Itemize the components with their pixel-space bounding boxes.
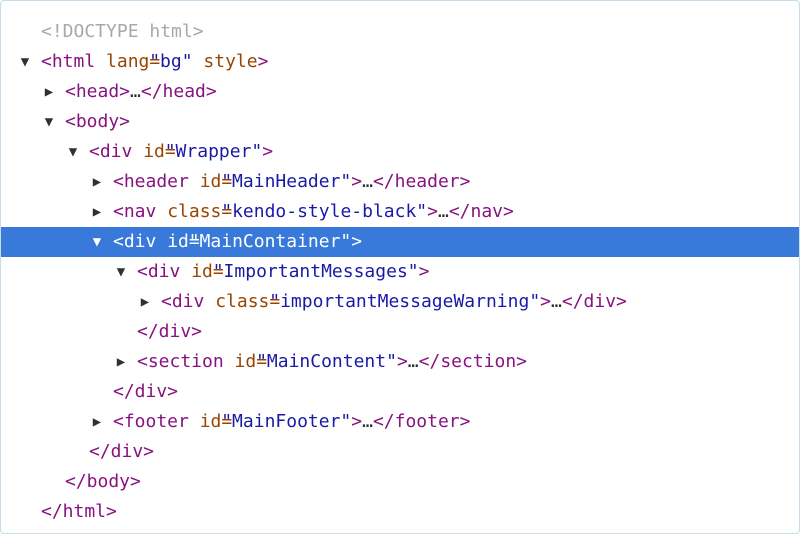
warning-node-row[interactable]: ▶ <div class="importantMessageWarning">…… [1, 287, 799, 317]
section-tag-open: <section [137, 351, 224, 372]
footer-node-row[interactable]: ▶ <footer id="MainFooter">…</footer> [1, 407, 799, 437]
header-node-row[interactable]: ▶ <header id="MainHeader">…</header> [1, 167, 799, 197]
doctype-row[interactable]: <!DOCTYPE html> [1, 17, 799, 47]
collapsed-triangle-icon[interactable]: ▶ [89, 197, 105, 227]
html-node-row[interactable]: ▼ <html lang="bg" style> [1, 47, 799, 77]
footer-tag-close: </footer> [372, 411, 471, 432]
collapsed-triangle-icon[interactable]: ▶ [89, 167, 105, 197]
elements-panel: <!DOCTYPE html> ▼ <html lang="bg" style>… [0, 0, 800, 534]
div-tag-open: <div [137, 261, 181, 282]
attr-name-style: style [203, 51, 258, 72]
attr-value-class: "importantMessageWarning" [269, 291, 541, 312]
attr-value-id: "MainContainer" [188, 231, 352, 252]
ellipsis: … [362, 411, 373, 432]
div-tag-open: <div [113, 231, 157, 252]
html-tag-open: <html [41, 51, 96, 72]
expanded-triangle-icon[interactable]: ▼ [89, 227, 105, 257]
important-messages-close-row[interactable]: </div> [1, 317, 799, 347]
tag-close-bracket: > [418, 261, 430, 282]
attr-value-id: "MainHeader" [221, 171, 352, 192]
tag-close-bracket: > [257, 51, 269, 72]
ellipsis: … [362, 171, 373, 192]
html-tag-close: </html> [41, 501, 117, 522]
div-tag-close: </div> [113, 381, 179, 402]
attr-value-class: "kendo-style-black" [221, 201, 428, 222]
collapsed-triangle-icon[interactable]: ▶ [137, 287, 153, 317]
main-container-node-row-selected[interactable]: ▼ <div id="MainContainer"> [1, 227, 799, 257]
head-tag-open: <head> [65, 81, 131, 102]
nav-tag-close: </nav> [448, 201, 514, 222]
tag-close-bracket: > [540, 291, 552, 312]
expanded-triangle-icon[interactable]: ▼ [41, 107, 57, 137]
tag-close-bracket: > [351, 411, 363, 432]
attr-value-id: "Wrapper" [164, 141, 263, 162]
wrapper-close-row[interactable]: </div> [1, 437, 799, 467]
div-tag-close: </div> [89, 441, 155, 462]
main-container-close-row[interactable]: </div> [1, 377, 799, 407]
collapsed-triangle-icon[interactable]: ▶ [113, 347, 129, 377]
body-tag-open: <body> [65, 111, 131, 132]
body-tag-close: </body> [65, 471, 141, 492]
header-tag-close: </header> [372, 171, 471, 192]
ellipsis: … [551, 291, 562, 312]
nav-tag-open: <nav [113, 201, 157, 222]
attr-value-id: "ImportantMessages" [212, 261, 419, 282]
section-tag-close: </section> [418, 351, 528, 372]
footer-tag-open: <footer [113, 411, 189, 432]
div-tag-open: <div [161, 291, 205, 312]
dom-tree: <!DOCTYPE html> ▼ <html lang="bg" style>… [1, 17, 799, 527]
collapsed-triangle-icon[interactable]: ▶ [41, 77, 57, 107]
important-messages-node-row[interactable]: ▼ <div id="ImportantMessages"> [1, 257, 799, 287]
div-tag-close: </div> [561, 291, 627, 312]
tag-close-bracket: > [427, 201, 438, 222]
head-tag-close: </head> [140, 81, 217, 102]
expanded-triangle-icon[interactable]: ▼ [17, 47, 33, 77]
html-close-row[interactable]: </html> [1, 497, 799, 527]
nav-node-row[interactable]: ▶ <nav class="kendo-style-black">…</nav> [1, 197, 799, 227]
div-tag-open: <div [89, 141, 133, 162]
collapsed-triangle-icon[interactable]: ▶ [89, 407, 105, 437]
expanded-triangle-icon[interactable]: ▼ [113, 257, 129, 287]
section-node-row[interactable]: ▶ <section id="MainContent">…</section> [1, 347, 799, 377]
body-node-row[interactable]: ▼ <body> [1, 107, 799, 137]
attr-value-id: "MainContent" [256, 351, 397, 372]
header-tag-open: <header [113, 171, 189, 192]
attr-value-id: "MainFooter" [221, 411, 352, 432]
wrapper-node-row[interactable]: ▼ <div id="Wrapper"> [1, 137, 799, 167]
head-node-row[interactable]: ▶ <head>…</head> [1, 77, 799, 107]
tag-close-bracket: > [351, 231, 363, 252]
attr-value-lang: "bg" [149, 51, 193, 72]
doctype-text: <!DOCTYPE html> [41, 21, 204, 42]
tag-close-bracket: > [396, 351, 408, 372]
tag-close-bracket: > [262, 141, 274, 162]
div-tag-close: </div> [137, 321, 203, 342]
ellipsis: … [130, 81, 141, 102]
body-close-row[interactable]: </body> [1, 467, 799, 497]
expanded-triangle-icon[interactable]: ▼ [65, 137, 81, 167]
tag-close-bracket: > [351, 171, 363, 192]
ellipsis: … [437, 201, 449, 222]
ellipsis: … [407, 351, 419, 372]
